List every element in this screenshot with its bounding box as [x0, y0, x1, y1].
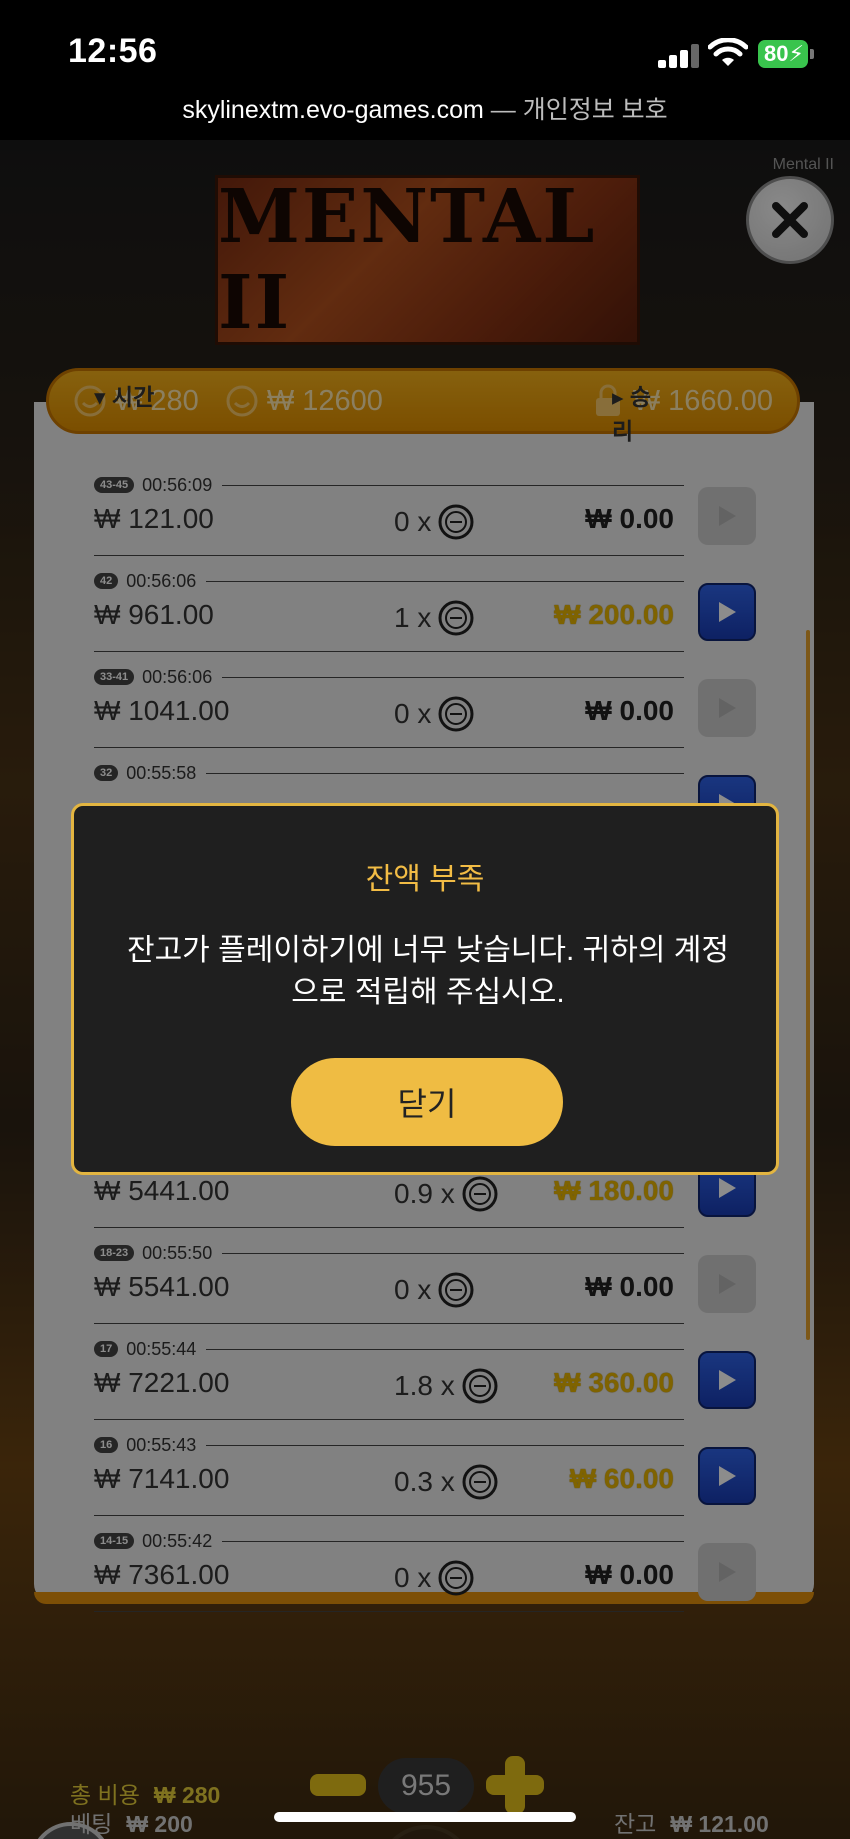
wifi-icon	[708, 38, 748, 66]
url-text: skylinextm.evo-games.com	[182, 96, 484, 124]
dialog-title: 잔액 부족	[365, 863, 485, 896]
clock: 12:56	[68, 32, 158, 70]
charging-icon: ⚡	[788, 41, 804, 66]
battery-indicator: 80 ⚡	[758, 40, 814, 68]
dialog-close-button[interactable]: 닫기	[291, 1058, 563, 1146]
insufficient-balance-dialog: 잔액 부족 잔고가 플레이하기에 너무 낮습니다. 귀하의 계정으로 적립해 주…	[71, 803, 779, 1175]
dialog-message: 잔고가 플레이하기에 너무 낮습니다. 귀하의 계정으로 적립해 주십시오.	[126, 934, 729, 1009]
status-bar: 12:56 80 ⚡ skylinextm.evo-games.com — 개인정…	[0, 0, 850, 140]
url-bar[interactable]: skylinextm.evo-games.com — 개인정보 보호	[0, 90, 850, 126]
battery-level: 80	[764, 41, 789, 66]
privacy-label: — 개인정보 보호	[483, 96, 668, 124]
home-indicator	[274, 1812, 576, 1822]
cellular-signal-icon	[658, 44, 708, 68]
